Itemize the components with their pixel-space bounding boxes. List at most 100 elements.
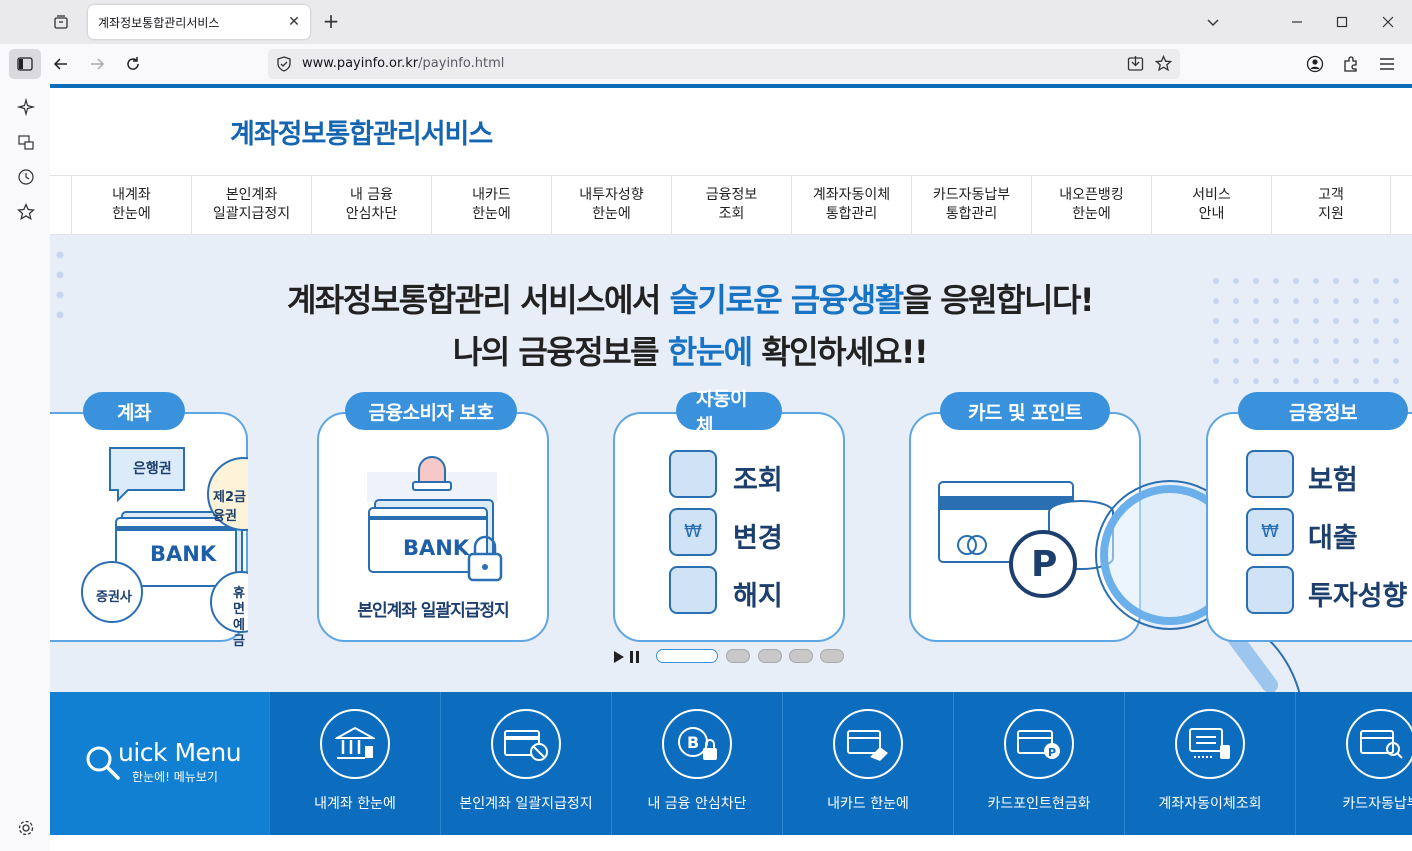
nav-item-service-guide[interactable]: 서비스 안내 (1151, 176, 1271, 234)
card-label-consumer: 금융소비자 보호 (345, 392, 517, 430)
bubble-bank: 은행권 (133, 461, 172, 477)
hero-banner: 계좌정보통합관리 서비스에서 슬기로운 금융생활을 응원합니다! 나의 금융정보… (50, 235, 1412, 692)
hero-headline-2: 나의 금융정보를 한눈에 확인하세요!! (452, 333, 929, 371)
slide-indicator-5[interactable] (820, 649, 844, 663)
ai-sparkle-icon[interactable] (15, 96, 37, 118)
quick-menu-subtitle: 한눈에! 메뉴보기 (132, 770, 218, 784)
extensions-icon[interactable] (1339, 52, 1363, 76)
history-icon[interactable] (15, 166, 37, 188)
nav-item-openbanking[interactable]: 내오픈뱅킹 한눈에 (1031, 176, 1151, 234)
minimize-icon[interactable] (1285, 10, 1309, 34)
new-tab-icon[interactable]: + (320, 11, 342, 33)
card-auto-transfer[interactable]: ₩ 조회 변경 해지 (613, 412, 845, 642)
tab-title: 계좌정보통합관리서비스 (98, 15, 220, 30)
slide-indicator-3[interactable] (758, 649, 782, 663)
nav-item-card-autopay[interactable]: 카드자동납부 통합관리 (911, 176, 1031, 234)
quick-item-label: 내카드 한눈에 (827, 796, 909, 812)
nav-item-auto-transfer[interactable]: 계좌자동이체 통합관리 (791, 176, 911, 234)
nav-item-finance-info[interactable]: 금융정보 조회 (671, 176, 791, 234)
piggy-bank-icon (669, 566, 717, 614)
quick-item-safe-block[interactable]: B 내 금융 안심차단 (611, 692, 782, 835)
close-window-icon[interactable] (1376, 10, 1400, 34)
chevron-down-icon[interactable] (1201, 10, 1225, 34)
synced-tabs-icon[interactable] (15, 131, 37, 153)
loan-coin-icon: ₩ (1246, 508, 1294, 556)
item-inquiry: 조회 (733, 465, 783, 496)
quick-item-auto-transfer[interactable]: 계좌자동이체조회 (1124, 692, 1295, 835)
insurance-shield-icon (1246, 450, 1294, 498)
quick-item-label: 내 금융 안심차단 (647, 796, 747, 812)
card-label-finance-info: 금융정보 (1238, 392, 1408, 430)
slide-indicator-2[interactable] (726, 649, 750, 663)
won-coin-icon: ₩ (669, 508, 717, 556)
transfer-icon (1175, 709, 1245, 779)
nav-item-my-cards[interactable]: 내카드 한눈에 (431, 176, 551, 234)
account-icon[interactable] (1303, 52, 1327, 76)
maximize-icon[interactable] (1330, 10, 1354, 34)
quick-item-card-point[interactable]: P 카드포인트현금화 (953, 692, 1124, 835)
lock-coin-icon: B (662, 709, 732, 779)
bank-icon (320, 709, 390, 779)
card-point-icon: P (1004, 709, 1074, 779)
card-label-auto-transfer: 자동이체 (676, 388, 782, 437)
card-account[interactable]: 은행권 제2금융권 BANK 증권사 휴면 예금 (50, 412, 248, 649)
quick-menu: uick Menu 한눈에! 메뉴보기 내계좌 한눈에 본인계좌 일괄지급정지 … (50, 692, 1412, 835)
hero-headline-1: 계좌정보통합관리 서비스에서 슬기로운 금융생활을 응원합니다! (286, 281, 1095, 319)
forward-arrow-icon[interactable] (85, 52, 109, 76)
item-cancel: 해지 (733, 581, 783, 612)
quick-item-label: 본인계좌 일괄지급정지 (459, 796, 593, 812)
svg-text:P: P (1048, 746, 1056, 759)
item-insurance: 보험 (1308, 465, 1358, 496)
card-label-account: 계좌 (83, 392, 185, 430)
nav-item-investment[interactable]: 내투자성향 한눈에 (551, 176, 671, 234)
nav-item-account-stop[interactable]: 본인계좌 일괄지급정지 (191, 176, 311, 234)
nav-item-safe-block[interactable]: 내 금융 안심차단 (311, 176, 431, 234)
menu-icon[interactable] (1375, 52, 1399, 76)
item-investment: 투자성향 (1308, 581, 1408, 612)
quick-item-label: 내계좌 한눈에 (314, 796, 396, 812)
browser-tab[interactable]: 계좌정보통합관리서비스 ✕ (88, 5, 310, 39)
quick-item-label: 카드포인트현금화 (987, 796, 1091, 812)
card-caption: 본인계좌 일괄지급정지 (357, 601, 509, 621)
quick-item-card-autopay[interactable]: 카드자동납부 (1295, 692, 1412, 835)
quick-item-my-cards[interactable]: 내카드 한눈에 (782, 692, 953, 835)
bank-text: BANK (150, 542, 217, 566)
close-tab-icon[interactable]: ✕ (286, 14, 302, 30)
bubble-2nd-finance: 제2금융권 (213, 490, 246, 524)
quick-item-label: 계좌자동이체조회 (1158, 796, 1262, 812)
reload-icon[interactable] (121, 52, 145, 76)
page-bottom (50, 835, 1412, 851)
bubble-securities: 증권사 (96, 590, 132, 605)
slide-indicator-1[interactable] (656, 649, 718, 663)
quick-item-account-stop[interactable]: 본인계좌 일괄지급정지 (440, 692, 611, 835)
url-text[interactable]: www.payinfo.or.kr/payinfo.html (302, 56, 504, 71)
card-block-icon (491, 709, 561, 779)
card-consumer-protection[interactable]: BANK 본인계좌 일괄지급정지 (317, 412, 549, 642)
site-title[interactable]: 계좌정보통합관리서비스 (230, 112, 493, 151)
quick-item-label: 카드자동납부 (1342, 796, 1412, 812)
nav-item-my-accounts[interactable]: 내계좌 한눈에 (71, 176, 191, 234)
item-loan: 대출 (1308, 523, 1358, 554)
magnifier-q-icon (86, 746, 120, 780)
back-arrow-icon[interactable] (49, 52, 73, 76)
browser-titlebar: 계좌정보통합관리서비스 ✕ + (0, 0, 1412, 44)
quick-item-my-accounts[interactable]: 내계좌 한눈에 (269, 692, 440, 835)
web-page: 계좌정보통합관리서비스 내계좌 한눈에 본인계좌 일괄지급정지 내 금융 안심차… (50, 84, 1412, 851)
play-icon[interactable] (613, 649, 625, 668)
slide-indicator-4[interactable] (789, 649, 813, 663)
url-bar[interactable]: www.payinfo.or.kr/payinfo.html (268, 49, 1180, 79)
tab-list-icon[interactable] (48, 10, 74, 34)
shield-icon[interactable] (276, 56, 292, 76)
quick-menu-title: uick Menu (118, 738, 242, 767)
nav-item-support[interactable]: 고객 지원 (1271, 176, 1391, 234)
bookmarks-star-icon[interactable] (15, 201, 37, 223)
bookmark-star-icon[interactable] (1154, 54, 1173, 76)
search-doc-icon (669, 450, 717, 498)
pause-icon[interactable] (629, 649, 641, 668)
download-page-icon[interactable] (1127, 55, 1144, 76)
settings-gear-icon[interactable] (15, 817, 37, 839)
svg-text:B: B (687, 733, 699, 752)
bank-text: BANK (403, 536, 470, 560)
card-finance-info[interactable]: ₩ 보험 대출 투자성향 (1206, 412, 1412, 642)
sidebar-toggle-icon[interactable] (9, 49, 41, 79)
